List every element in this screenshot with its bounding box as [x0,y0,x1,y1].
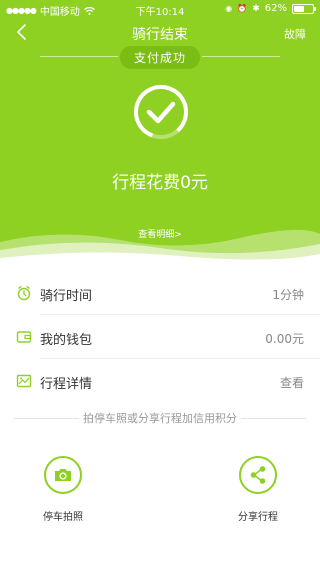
trip-details-row[interactable]: 行程详情 查看 [0,359,320,403]
share-trip-button[interactable]: 分享行程 [228,456,288,523]
ride-time-value: 1分钟 [272,288,304,302]
location-icon: ◉ [225,4,233,13]
trip-cost: 行程花费0元 [112,173,208,193]
report-fault-button[interactable]: 故障 [284,26,306,42]
payment-success-badge: 支付成功 [119,46,201,69]
battery-icon [292,3,316,14]
share-button-circle[interactable] [239,456,277,494]
page-title: 骑行结束 [132,27,188,43]
camera-button-circle[interactable] [44,456,82,494]
trip-details-label: 行程详情 [40,377,93,392]
wallet-balance: 0.00元 [265,332,304,346]
battery-percent: 62% [264,3,287,14]
view-trip-button[interactable]: 查看 [280,374,304,391]
credit-hint: 拍停车照或分享行程加信用积分 [0,410,320,426]
ride-time-label: 骑行时间 [40,289,93,304]
ride-time-row: 骑行时间 1分钟 [0,271,320,315]
nav-bar: 骑行结束 故障 [0,18,320,46]
wallet-icon [16,331,32,343]
badge-divider-left [40,56,118,57]
clock-icon [17,286,31,301]
parking-photo-button[interactable]: 停车拍照 [33,456,93,523]
wave-decoration [0,229,320,268]
status-bar: ●●●●● 中国移动 下午10:14 ◉ ⏰ ✱ 62% [0,0,320,18]
share-icon [250,466,266,484]
success-check-icon [134,85,188,139]
map-icon [16,374,32,388]
alarm-icon: ⏰ [237,4,248,13]
wallet-label: 我的钱包 [40,333,93,348]
badge-divider-right [202,56,280,57]
bluetooth-icon: ✱ [252,3,260,14]
credit-hint-text: 拍停车照或分享行程加信用积分 [79,410,241,426]
trip-info-list: 骑行时间 1分钟 我的钱包 0.00元 行程详情 查看 [0,271,320,403]
parking-photo-label: 停车拍照 [43,512,83,523]
camera-icon [55,469,71,481]
wallet-row[interactable]: 我的钱包 0.00元 [0,315,320,359]
share-trip-label: 分享行程 [238,512,278,523]
hero-header: ●●●●● 中国移动 下午10:14 ◉ ⏰ ✱ 62% 骑行结束 故障 支付成… [0,0,320,268]
